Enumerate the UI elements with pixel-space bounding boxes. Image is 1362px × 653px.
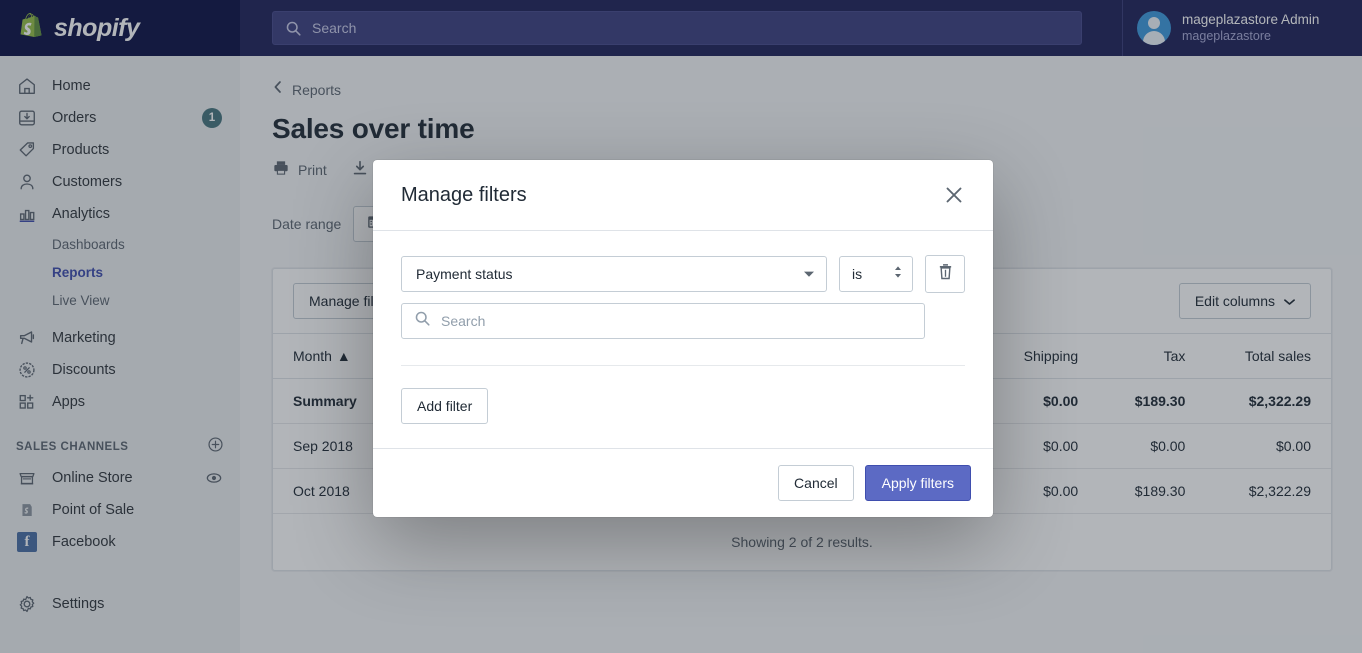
filter-operator-select[interactable]: is: [839, 256, 913, 292]
cancel-button[interactable]: Cancel: [778, 465, 854, 501]
modal-header: Manage filters: [373, 160, 993, 231]
modal-divider: [401, 365, 965, 366]
apply-filters-button[interactable]: Apply filters: [864, 465, 971, 501]
filter-search-input[interactable]: Search: [401, 303, 925, 339]
filter-operator-value: is: [852, 266, 863, 282]
filter-field-value: Payment status: [416, 266, 513, 282]
modal-title: Manage filters: [401, 183, 527, 206]
filter-field-select[interactable]: Payment status: [401, 256, 827, 292]
add-filter-region: Add filter: [373, 388, 993, 448]
trash-icon: [937, 262, 954, 286]
filter-row: Payment status is: [401, 255, 965, 293]
shopify-admin-window: shopify Search mageplazastore Admin mage…: [0, 0, 1362, 653]
modal-body: Payment status is Search: [373, 231, 993, 388]
search-icon: [414, 310, 431, 332]
caret-down-icon: [803, 265, 815, 283]
close-icon[interactable]: [939, 180, 969, 210]
filter-search-placeholder: Search: [441, 313, 486, 329]
manage-filters-modal: Manage filters Payment status is Search …: [373, 160, 993, 517]
caret-updown-icon: [893, 264, 903, 285]
delete-filter-button[interactable]: [925, 255, 965, 293]
modal-footer: Cancel Apply filters: [373, 448, 993, 517]
add-filter-button[interactable]: Add filter: [401, 388, 489, 424]
